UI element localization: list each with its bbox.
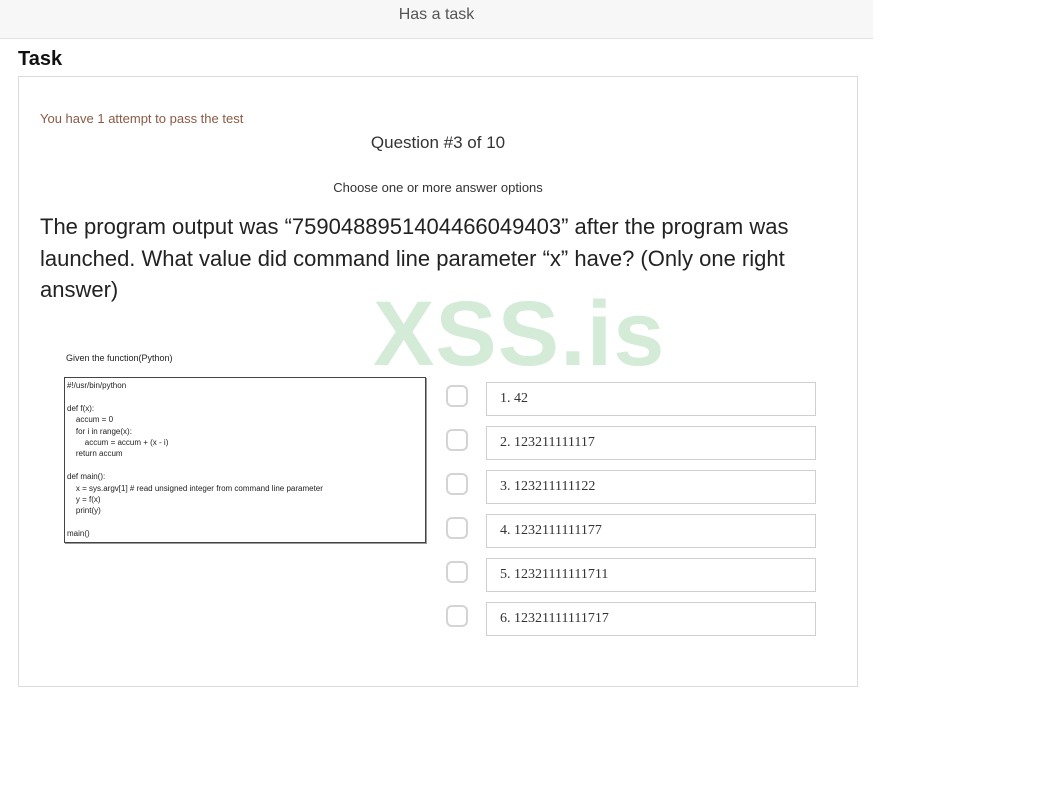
answer-instructions: Choose one or more answer options xyxy=(333,180,543,195)
code-line: #!/usr/bin/python xyxy=(67,381,127,390)
code-line: accum = accum + (x - i) xyxy=(67,437,169,447)
answer-option[interactable]: 3. 123211111122 xyxy=(446,470,816,504)
answer-checkbox[interactable] xyxy=(446,473,468,495)
top-bar-title: Has a task xyxy=(398,6,475,23)
section-title: Task xyxy=(18,48,63,70)
answer-checkbox[interactable] xyxy=(446,429,468,451)
code-image-label: Given the function(Python) xyxy=(66,353,173,363)
answer-label[interactable]: 5. 12321111111711 xyxy=(486,558,816,592)
answer-label[interactable]: 2. 123211111117 xyxy=(486,426,816,460)
question-counter: Question #3 of 10 xyxy=(370,133,506,152)
answer-options: 1. 42 2. 123211111117 3. 123211111122 4.… xyxy=(446,382,816,646)
code-line: return accum xyxy=(67,449,123,459)
answer-checkbox[interactable] xyxy=(446,605,468,627)
answer-option[interactable]: 4. 1232111111177 xyxy=(446,514,816,548)
answer-label[interactable]: 1. 42 xyxy=(486,382,816,416)
question-text: The program output was “7590488951404466… xyxy=(40,214,789,302)
answer-checkbox[interactable] xyxy=(446,385,468,407)
answer-option[interactable]: 1. 42 xyxy=(446,382,816,416)
answer-option[interactable]: 5. 12321111111711 xyxy=(446,558,816,592)
task-panel: You have 1 attempt to pass the test Ques… xyxy=(18,76,858,687)
attempts-notice: You have 1 attempt to pass the test xyxy=(40,111,244,126)
code-line: x = sys.argv[1] # read unsigned integer … xyxy=(67,483,323,493)
code-line: y = f(x) xyxy=(67,494,101,504)
code-line: def main(): xyxy=(67,472,106,482)
answer-label[interactable]: 6. 12321111111717 xyxy=(486,602,816,636)
code-line: for i in range(x): xyxy=(67,426,132,436)
top-bar: Has a task xyxy=(0,0,873,39)
code-line: accum = 0 xyxy=(67,415,114,425)
answer-option[interactable]: 6. 12321111111717 xyxy=(446,602,816,636)
answer-label[interactable]: 4. 1232111111177 xyxy=(486,514,816,548)
answer-label[interactable]: 3. 123211111122 xyxy=(486,470,816,504)
code-line: main() xyxy=(67,529,90,539)
code-line: def f(x): xyxy=(67,403,95,413)
answer-checkbox[interactable] xyxy=(446,517,468,539)
code-image: #!/usr/bin/python def f(x): accum = 0 fo… xyxy=(64,377,426,543)
answer-checkbox[interactable] xyxy=(446,561,468,583)
code-line: print(y) xyxy=(67,506,101,516)
answer-option[interactable]: 2. 123211111117 xyxy=(446,426,816,460)
